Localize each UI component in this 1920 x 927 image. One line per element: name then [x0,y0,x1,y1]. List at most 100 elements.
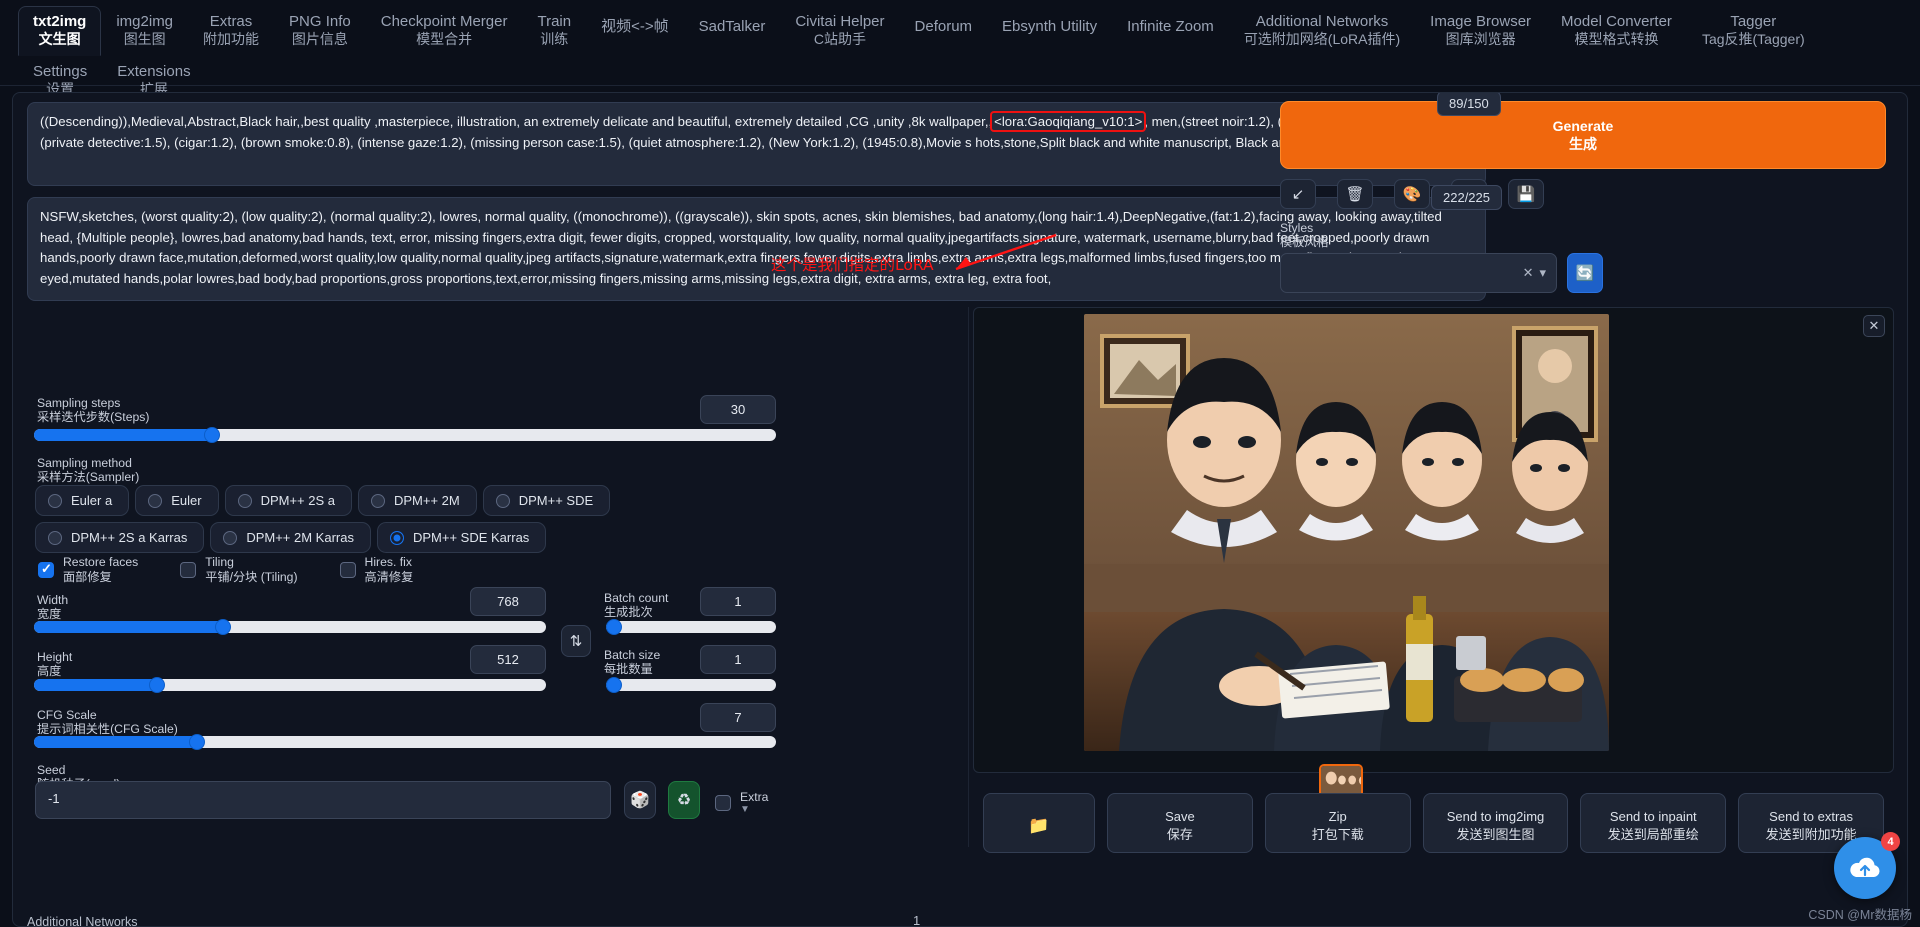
close-icon[interactable]: ✕ [1863,315,1885,337]
sampling-steps-slider[interactable] [34,427,776,443]
palette-icon[interactable]: 🎨 [1394,179,1430,209]
tab-png-info[interactable]: PNG Info 图片信息 [274,6,366,56]
button-label-cn: 保存 [1166,827,1193,842]
button-label-en: Send to img2img [1446,809,1545,825]
tab-infinite-zoom[interactable]: Infinite Zoom [1112,6,1229,50]
slider-knob[interactable] [215,619,232,635]
tab-label-en: Settings [33,63,88,81]
checkbox-box [339,561,356,578]
seed-input[interactable]: -1 [35,781,611,819]
sampler-option-dpm-2s-a[interactable]: DPM++ 2S a [224,485,352,516]
slider-knob[interactable] [606,677,622,693]
save-style-icon[interactable]: 💾 [1508,179,1544,209]
lora-annotation-text: 这个是我们指定的LoRA [771,256,934,274]
trash-icon[interactable]: 🗑 [1337,179,1373,209]
zip-button[interactable]: Zip 打包下载 [1264,793,1411,853]
styles-label: Styles 模板风格 [1280,221,1329,249]
generated-image[interactable] [1084,314,1609,751]
radio-dot [223,530,238,545]
generate-label-en: Generate [1552,117,1614,134]
sampler-option-dpm-sde-karras[interactable]: DPM++ SDE Karras [376,522,547,553]
tab-train[interactable]: Train 训练 [522,6,586,56]
generated-image-svg [1084,314,1609,751]
height-value[interactable]: 512 [470,645,546,674]
chevron-down-icon[interactable]: ▾ [1539,265,1546,281]
width-label-cn: 宽度 [37,607,62,621]
slider-knob[interactable] [189,734,206,750]
batch-count-value[interactable]: 1 [700,587,776,616]
checkbox-tiling[interactable]: Tiling 平铺/分块 (Tiling) [180,555,298,584]
tab-tagger[interactable]: Tagger Tag反推(Tagger) [1687,6,1820,56]
seed-extra-checkbox[interactable]: Extra ▼ [715,790,768,815]
width-slider[interactable] [34,619,546,635]
tab-additional-networks[interactable]: Additional Networks 可选附加网络(LoRA插件) [1229,6,1415,56]
batch-size-label-cn: 每批数量 [604,662,653,676]
additional-networks-count: 1 [913,913,921,927]
checkbox-labels: Restore faces 面部修复 [63,555,138,584]
column-divider [968,307,969,847]
checkbox-restore-faces[interactable]: Restore faces面部修复 [38,555,138,584]
batch-count-slider[interactable] [606,619,776,635]
height-label-cn: 高度 [37,664,62,678]
clear-icon[interactable]: ✕ [1523,265,1534,281]
additional-networks-label: Additional Networks [27,915,138,927]
batch-size-slider[interactable] [606,677,776,693]
tab-label-en: Ebsynth Utility [1002,18,1098,36]
checkbox-box [38,561,54,578]
generate-button[interactable]: Generate 生成 [1280,101,1886,169]
tab-txt2img[interactable]: txt2img 文生图 [18,6,102,57]
height-slider[interactable] [34,677,546,693]
refresh-styles-button[interactable]: 🔄 [1567,253,1603,293]
slider-knob[interactable] [606,619,622,635]
checkbox-labels: Hires. fix 高清修复 [365,555,414,584]
tab-[interactable]: 视频<->帧 [586,6,684,50]
swap-dimensions-button[interactable]: ⇅ [561,625,591,657]
positive-token-counter: 89/150 [1437,93,1501,116]
send-to-img2img-button[interactable]: Send to img2img 发送到图生图 [1422,793,1569,853]
tab-ebsynth-utility[interactable]: Ebsynth Utility [987,6,1112,50]
arrow-up-left-icon[interactable]: ↙ [1280,179,1316,209]
cfg-scale-value[interactable]: 7 [700,703,776,732]
sampler-option-dpm-sde[interactable]: DPM++ SDE [482,485,611,516]
checkbox-label-en: Restore faces [63,555,139,569]
radio-dot [237,493,252,508]
sampler-option-label: DPM++ SDE Karras [412,530,530,545]
tab-model-converter[interactable]: Model Converter 模型格式转换 [1546,6,1687,56]
tab-deforum[interactable]: Deforum [900,6,988,50]
sampler-option-euler[interactable]: Euler [135,485,219,516]
width-value[interactable]: 768 [470,587,546,616]
checkbox-hires-fix[interactable]: Hires. fix 高清修复 [339,555,414,584]
send-to-inpaint-button[interactable]: Send to inpaint 发送到局部重绘 [1580,793,1727,853]
tab-extras[interactable]: Extras 附加功能 [188,6,274,56]
sampling-steps-value[interactable]: 30 [700,395,776,424]
sampler-option-dpm-2m-karras[interactable]: DPM++ 2M Karras [210,522,371,553]
radio-dot [48,493,62,508]
tab-sadtalker[interactable]: SadTalker [684,6,781,50]
tab-civitai-helper[interactable]: Civitai Helper C站助手 [780,6,899,56]
batch-size-value[interactable]: 1 [700,645,776,674]
sampling-method-label-en: Sampling method [37,456,132,470]
cloud-upload-icon [1850,857,1880,877]
styles-dropdown[interactable]: ✕ ▾ [1280,253,1557,293]
sampler-option-euler-a[interactable]: Euler a [35,485,130,516]
save-button[interactable]: Save 保存 [1107,793,1253,853]
recycle-icon[interactable]: ♻ [668,781,700,819]
tab-label-en: Checkpoint Merger [380,13,508,30]
slider-knob[interactable] [148,677,165,693]
tab-label-en: Train [537,13,572,30]
slider-knob[interactable] [204,427,221,443]
open-folder-button[interactable]: 📁 [983,793,1095,853]
cfg-scale-label-en: CFG Scale [37,708,97,722]
tab-label-en: Image Browser [1430,13,1532,30]
cfg-scale-slider[interactable] [34,734,776,750]
sampler-option-dpm-2m[interactable]: DPM++ 2M [358,485,477,516]
styles-label-cn: 模板风格 [1280,235,1329,249]
dice-icon[interactable]: 🎲 [624,781,656,819]
tab-img2img[interactable]: img2img 图生图 [101,6,188,56]
checkbox-label-cn: 面部修复 [63,569,112,584]
sampling-method-label: Sampling method 采样方法(Sampler) [37,456,139,484]
sampler-option-dpm-2s-a-karras[interactable]: DPM++ 2S a Karras [35,522,205,553]
tab-checkpoint-merger[interactable]: Checkpoint Merger 模型合并 [366,6,523,56]
tab-image-browser[interactable]: Image Browser 图库浏览器 [1415,6,1546,56]
sd-webui-app: txt2img 文生图 img2img 图生图 Extras 附加功能 PNG Info 图片… [0,0,1920,927]
